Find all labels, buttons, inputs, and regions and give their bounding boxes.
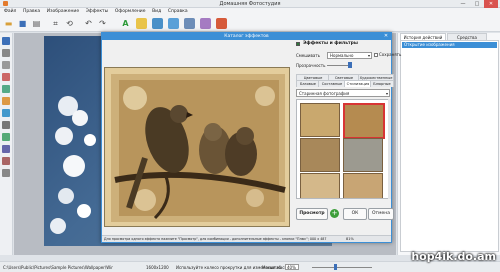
title-bar: Домашняя Фотостудия — □ ✕ [0,0,500,8]
history-item[interactable]: Открытие изображения [402,42,497,48]
menu-view[interactable]: Вид [152,9,161,14]
dialog-status-bar: Для просмотра одного эффекта нажмите "Пр… [102,235,391,242]
image-size: 1600x1200 [146,265,169,270]
menu-decoration[interactable]: Оформление [115,9,146,14]
opacity-label: Прозрачность [296,63,326,68]
tab-history[interactable]: История действий [400,33,446,40]
chevron-down-icon: ▾ [367,53,370,58]
redeye-tool-icon[interactable] [2,73,10,81]
effect-thumbnail[interactable] [300,103,340,137]
tab-tools[interactable]: Средства [447,33,487,40]
sharpen-tool-icon[interactable] [2,145,10,153]
file-path: C:\Users\Public\Pictures\Sample Pictures… [3,265,113,270]
effect-thumbnails [296,99,390,199]
effect-preview-image [104,67,290,227]
right-panel: История действий Средства Открытие изобр… [397,33,500,255]
blend-select-value: Нормально [330,53,354,58]
blend-label: Смешивать [296,53,321,58]
zoom-label: Масштаб [262,265,282,270]
text-icon[interactable]: A [120,18,131,29]
clone-tool-icon[interactable] [2,109,10,117]
minimize-button[interactable]: — [456,0,470,8]
window-title: Домашняя Фотостудия [219,1,281,7]
zoom-tool-icon[interactable] [2,61,10,69]
menu-bar: Файл Правка Изображение Эффекты Оформлен… [0,8,500,16]
save-checkbox-label: Сохранять [379,52,402,57]
brush-tool-icon[interactable] [2,85,10,93]
close-button[interactable]: ✕ [484,0,498,8]
dialog-zoom: 81% [346,237,354,241]
opacity-slider-handle[interactable] [348,62,352,68]
preview-button[interactable]: Просмотр [296,208,328,220]
cancel-button[interactable]: Отмена [368,208,394,220]
undo-icon[interactable]: ↶ [83,18,94,29]
tab-blur[interactable]: Блюрные [370,80,394,87]
blend-select[interactable]: Нормально ▾ [327,52,372,59]
dialog-close-icon[interactable]: ✕ [382,33,390,40]
add-effect-icon[interactable]: + [330,209,339,218]
zoom-slider[interactable] [312,267,372,268]
dialog-status-hint: Для просмотра одного эффекта нажмите "Пр… [104,237,327,241]
card-icon[interactable] [184,18,195,29]
collage-icon[interactable] [152,18,163,29]
thumbnails-scrollbar[interactable] [388,99,391,199]
menu-effects[interactable]: Эффекты [86,9,109,14]
watermark: hop4ik.do.am [411,250,496,263]
menu-file[interactable]: Файл [4,9,16,14]
slideshow-icon[interactable] [216,18,227,29]
frame-icon[interactable] [136,18,147,29]
effect-thumbnail[interactable] [300,173,340,198]
ok-button[interactable]: ОК [343,208,367,220]
effect-thumbnail[interactable] [343,173,383,198]
tab-basic[interactable]: Базовые [296,80,320,87]
fill-tool-icon[interactable] [2,97,10,105]
chevron-down-icon: ▾ [385,91,388,96]
print-icon[interactable]: ▤ [31,18,42,29]
menu-help[interactable]: Справка [168,9,188,14]
open-folder-icon[interactable]: ▬ [3,18,14,29]
blur-tool-icon[interactable] [2,157,10,165]
history-list: Открытие изображения [400,40,499,252]
tab-stylization[interactable]: Стилизация [344,80,372,87]
line-tool-icon[interactable] [2,169,10,177]
left-toolbar [0,33,13,255]
category-select[interactable]: Старинная фотография ▾ [296,89,390,97]
crop-icon[interactable]: ⌗ [50,18,61,29]
effect-thumbnail-selected[interactable] [343,103,385,139]
category-select-value: Старинная фотография [299,91,350,96]
move-tool-icon[interactable] [2,49,10,57]
menu-image[interactable]: Изображение [47,9,79,14]
color-tool-icon[interactable] [2,133,10,141]
photo-effects-icon[interactable] [200,18,211,29]
zoom-slider-handle[interactable] [334,264,337,270]
toolbar: ▬ ■ ▤ ⌗ ⟲ ↶ ↷ A [0,16,500,32]
maximize-button[interactable]: □ [470,0,484,8]
zoom-value[interactable]: 40% [285,264,299,270]
calendar-icon[interactable] [168,18,179,29]
effects-checkbox[interactable] [296,42,300,46]
menu-edit[interactable]: Правка [23,9,40,14]
eraser-tool-icon[interactable] [2,121,10,129]
save-icon[interactable]: ■ [17,18,28,29]
tab-composite[interactable]: Составные [318,80,346,87]
effect-thumbnail[interactable] [300,138,340,172]
effects-checkbox-label: Эффекты и фильтры [303,41,358,46]
dialog-title: Каталог эффектов [102,33,391,40]
select-tool-icon[interactable] [2,37,10,45]
rotate-icon[interactable]: ⟲ [64,18,75,29]
effects-dialog: Каталог эффектов ✕ Эффекты и фильтры Сме… [101,32,401,243]
effect-thumbnail[interactable] [343,138,383,172]
redo-icon[interactable]: ↷ [97,18,108,29]
save-checkbox[interactable] [374,53,378,57]
